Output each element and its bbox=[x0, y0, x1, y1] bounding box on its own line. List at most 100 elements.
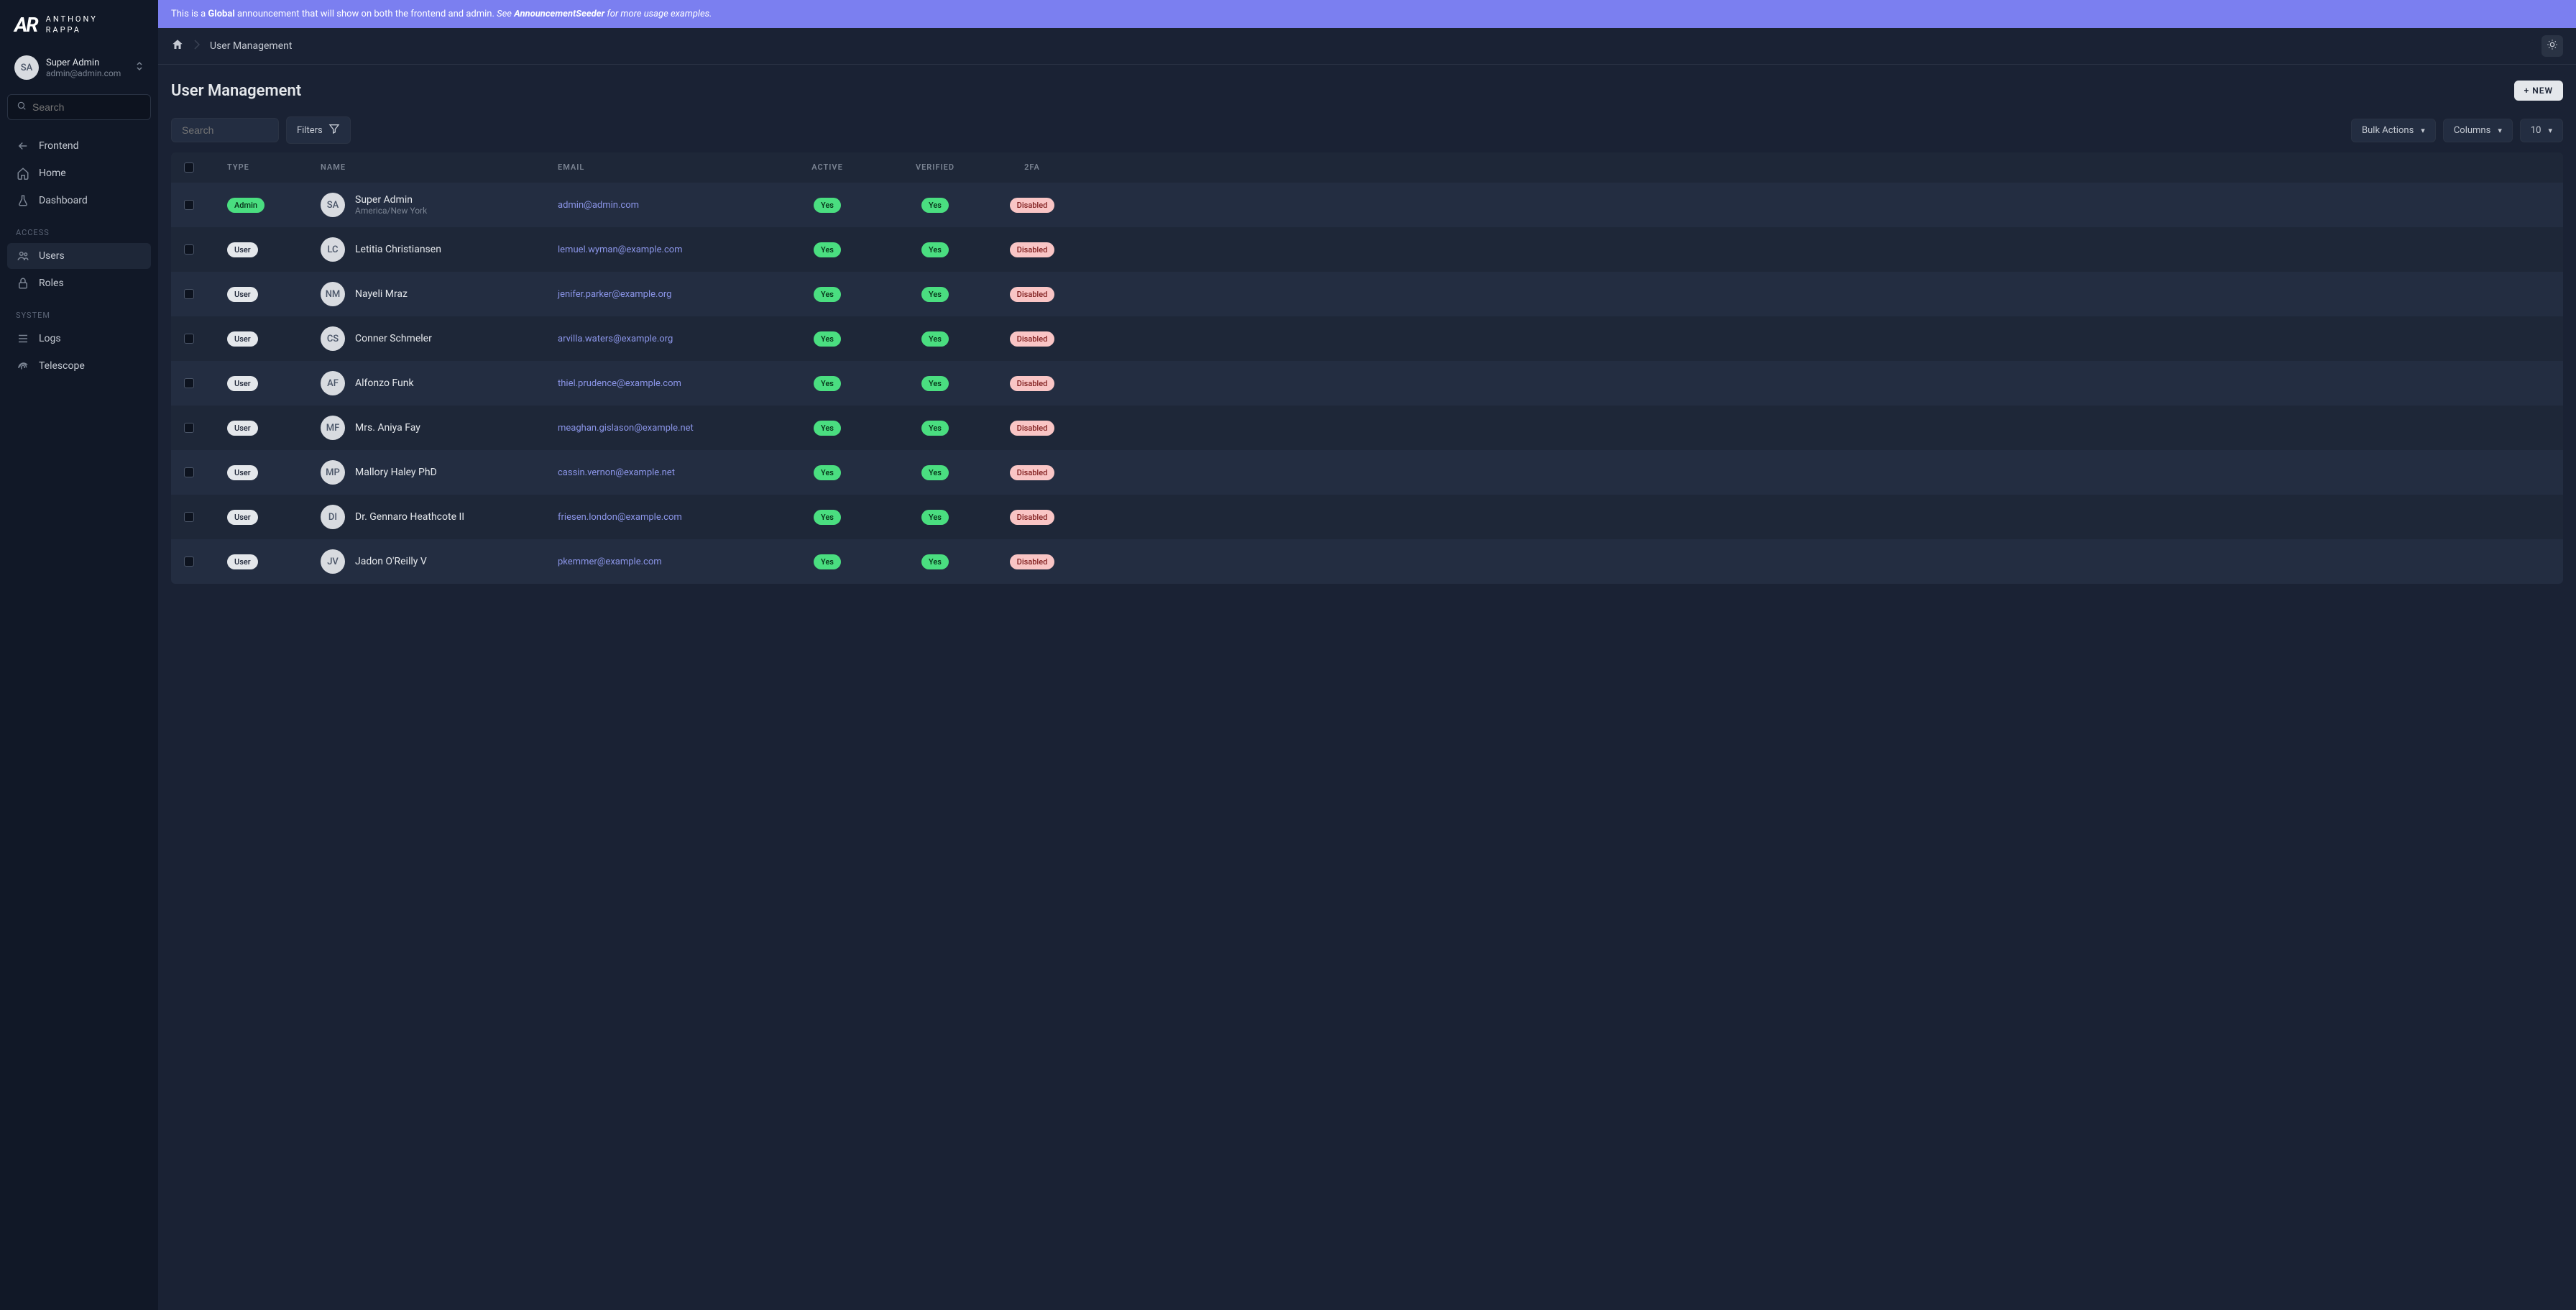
row-checkbox[interactable] bbox=[184, 244, 194, 255]
sidebar-item-logs[interactable]: Logs bbox=[7, 326, 151, 352]
row-email[interactable]: pkemmer@example.com bbox=[558, 556, 773, 567]
row-checkbox[interactable] bbox=[184, 334, 194, 344]
logo[interactable]: AR ANTHONYRAPPA bbox=[7, 13, 151, 50]
page-header: User Management + NEW bbox=[158, 65, 2576, 116]
select-all-checkbox[interactable] bbox=[184, 162, 194, 173]
table-row[interactable]: User MF Mrs. Aniya Fay meaghan.gislason@exa… bbox=[171, 406, 2563, 450]
sidebar-item-dashboard[interactable]: Dashboard bbox=[7, 188, 151, 214]
sidebar-item-roles[interactable]: Roles bbox=[7, 270, 151, 296]
twofa-badge: Disabled bbox=[1010, 242, 1055, 257]
row-name: Nayeli Mraz bbox=[355, 288, 408, 300]
table-row[interactable]: UserJVJadon O'Reilly Vpkemmer@example.co… bbox=[171, 539, 2563, 584]
bulk-actions-dropdown[interactable]: Bulk Actions ▾ bbox=[2351, 119, 2436, 142]
avatar: SA bbox=[14, 55, 39, 80]
table-row[interactable]: UserLCLetitia Christiansenlemuel.wyman@e… bbox=[171, 227, 2563, 272]
table-row[interactable]: UserDIDr. Gennaro Heathcote IIfriesen.lo… bbox=[171, 495, 2563, 539]
row-email[interactable]: friesen.london@example.com bbox=[558, 512, 773, 523]
verified-badge: Yes bbox=[921, 287, 949, 302]
table-toolbar: Filters Bulk Actions ▾ Columns ▾ 10 ▾ bbox=[158, 116, 2576, 152]
col-verified[interactable]: VERIFIED bbox=[881, 162, 989, 173]
type-badge: User bbox=[227, 554, 258, 569]
col-type[interactable]: TYPE bbox=[227, 162, 321, 173]
active-badge: Yes bbox=[814, 331, 841, 347]
row-email[interactable]: arvilla.waters@example.org bbox=[558, 334, 773, 344]
sidebar-item-home[interactable]: Home bbox=[7, 160, 151, 186]
sidebar-item-frontend[interactable]: Frontend bbox=[7, 133, 151, 159]
row-checkbox[interactable] bbox=[184, 378, 194, 388]
type-badge: User bbox=[227, 287, 258, 302]
users-table: TYPE NAME EMAIL ACTIVE VERIFIED 2FA Admi… bbox=[171, 152, 2563, 584]
avatar: CS bbox=[321, 326, 345, 351]
chevron-down-icon: ▾ bbox=[2548, 126, 2552, 135]
twofa-badge: Disabled bbox=[1010, 554, 1055, 569]
row-email[interactable]: meaghan.gislason@example.net bbox=[558, 423, 773, 434]
row-email[interactable]: lemuel.wyman@example.com bbox=[558, 244, 773, 255]
verified-badge: Yes bbox=[921, 421, 949, 436]
filters-button[interactable]: Filters bbox=[286, 116, 351, 144]
row-email[interactable]: thiel.prudence@example.com bbox=[558, 378, 773, 389]
row-name: Mallory Haley PhD bbox=[355, 467, 437, 478]
row-checkbox[interactable] bbox=[184, 467, 194, 477]
sidebar-search-input[interactable] bbox=[32, 101, 142, 113]
sun-icon bbox=[2547, 39, 2558, 53]
twofa-badge: Disabled bbox=[1010, 376, 1055, 391]
flask-icon bbox=[16, 194, 30, 207]
home-icon bbox=[16, 167, 30, 180]
search-icon bbox=[17, 101, 27, 114]
type-badge: User bbox=[227, 510, 258, 525]
verified-badge: Yes bbox=[921, 376, 949, 391]
avatar: DI bbox=[321, 505, 345, 529]
row-email[interactable]: jenifer.parker@example.org bbox=[558, 289, 773, 300]
twofa-badge: Disabled bbox=[1010, 331, 1055, 347]
row-name: Letitia Christiansen bbox=[355, 244, 441, 255]
table-search[interactable] bbox=[171, 118, 279, 142]
columns-dropdown[interactable]: Columns ▾ bbox=[2443, 119, 2513, 142]
table-search-input[interactable] bbox=[182, 124, 268, 136]
twofa-badge: Disabled bbox=[1010, 421, 1055, 436]
row-checkbox[interactable] bbox=[184, 423, 194, 433]
type-badge: User bbox=[227, 421, 258, 436]
col-2fa[interactable]: 2FA bbox=[989, 162, 1075, 173]
sidebar-item-users[interactable]: Users bbox=[7, 243, 151, 269]
active-badge: Yes bbox=[814, 421, 841, 436]
row-checkbox[interactable] bbox=[184, 200, 194, 210]
home-icon[interactable] bbox=[171, 38, 184, 54]
row-name: Mrs. Aniya Fay bbox=[355, 422, 420, 434]
new-button[interactable]: + NEW bbox=[2514, 81, 2563, 101]
row-email[interactable]: cassin.vernon@example.net bbox=[558, 467, 773, 478]
chevron-updown-icon bbox=[135, 60, 144, 75]
twofa-badge: Disabled bbox=[1010, 287, 1055, 302]
fingerprint-icon bbox=[16, 359, 30, 372]
table-row[interactable]: UserNMNayeli Mrazjenifer.parker@example.… bbox=[171, 272, 2563, 316]
announcement-bar: This is a Global announcement that will … bbox=[158, 0, 2576, 28]
breadcrumb: User Management bbox=[158, 28, 2576, 65]
perpage-dropdown[interactable]: 10 ▾ bbox=[2520, 119, 2563, 142]
type-badge: User bbox=[227, 376, 258, 391]
sidebar-item-telescope[interactable]: Telescope bbox=[7, 353, 151, 379]
col-name[interactable]: NAME bbox=[321, 162, 558, 173]
row-checkbox[interactable] bbox=[184, 512, 194, 522]
table-row[interactable]: UserCSConner Schmelerarvilla.waters@exam… bbox=[171, 316, 2563, 361]
sidebar-item-label: Dashboard bbox=[39, 195, 88, 206]
verified-badge: Yes bbox=[921, 198, 949, 213]
user-menu[interactable]: SA Super Admin admin@admin.com bbox=[7, 50, 151, 86]
table-row[interactable]: UserMPMallory Haley PhDcassin.vernon@exa… bbox=[171, 450, 2563, 495]
table-row[interactable]: AdminSASuper AdminAmerica/New Yorkadmin@… bbox=[171, 183, 2563, 227]
table-row[interactable]: UserAFAlfonzo Funkthiel.prudence@example… bbox=[171, 361, 2563, 406]
theme-toggle-button[interactable] bbox=[2542, 35, 2563, 57]
page-title: User Management bbox=[171, 82, 301, 100]
verified-badge: Yes bbox=[921, 554, 949, 569]
row-checkbox[interactable] bbox=[184, 289, 194, 299]
active-badge: Yes bbox=[814, 554, 841, 569]
sidebar-search[interactable] bbox=[7, 94, 151, 120]
col-active[interactable]: ACTIVE bbox=[773, 162, 881, 173]
col-email[interactable]: EMAIL bbox=[558, 162, 773, 173]
avatar: JV bbox=[321, 549, 345, 574]
avatar: MP bbox=[321, 460, 345, 485]
current-user-email: admin@admin.com bbox=[46, 68, 121, 78]
row-email[interactable]: admin@admin.com bbox=[558, 200, 773, 211]
type-badge: Admin bbox=[227, 198, 264, 213]
sidebar: AR ANTHONYRAPPA SA Super Admin admin@adm… bbox=[0, 0, 158, 1310]
row-checkbox[interactable] bbox=[184, 556, 194, 567]
avatar: MF bbox=[321, 416, 345, 440]
